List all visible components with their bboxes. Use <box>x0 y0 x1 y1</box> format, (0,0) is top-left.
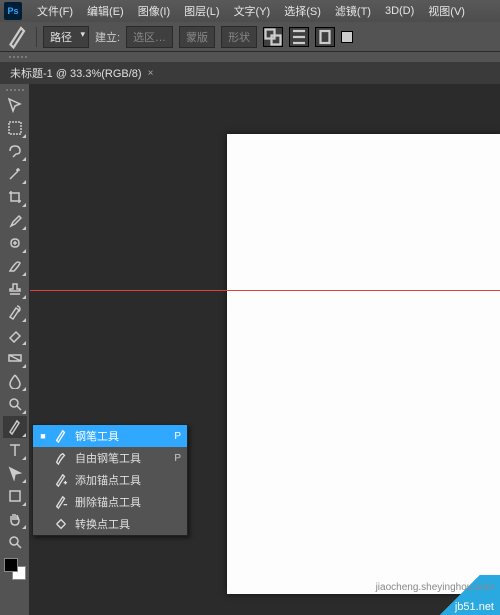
convert-icon <box>53 516 69 532</box>
flyout-item-convert[interactable]: 转换点工具 <box>33 513 187 535</box>
eyedropper-tool[interactable] <box>3 209 27 231</box>
make-shape-button[interactable]: 形状 <box>221 26 257 48</box>
gradient-tool[interactable] <box>3 347 27 369</box>
move-tool[interactable] <box>3 94 27 116</box>
selected-marker: ■ <box>39 431 47 441</box>
mode-select[interactable]: 路径 <box>43 26 89 48</box>
make-mask-button[interactable]: 蒙版 <box>179 26 215 48</box>
path-ops-icon[interactable] <box>263 27 283 47</box>
blur-tool[interactable] <box>3 370 27 392</box>
path-sel-tool[interactable] <box>3 462 27 484</box>
menu-select[interactable]: 选择(S) <box>277 3 328 19</box>
flyout-label: 添加锚点工具 <box>75 472 175 488</box>
app-logo: Ps <box>4 2 22 20</box>
flyout-item-add-anchor[interactable]: 添加锚点工具 <box>33 469 187 491</box>
flyout-shortcut: P <box>174 453 181 464</box>
menu-type[interactable]: 文字(Y) <box>227 3 278 19</box>
divider <box>36 27 37 47</box>
crop-tool[interactable] <box>3 186 27 208</box>
del-anchor-icon <box>53 494 69 510</box>
menu-layer[interactable]: 图层(L) <box>177 3 226 19</box>
menu-file[interactable]: 文件(F) <box>30 3 80 19</box>
menu-view[interactable]: 视图(V) <box>421 3 472 19</box>
flyout-label: 删除锚点工具 <box>75 494 175 510</box>
watermark-url: jiaocheng.sheyinghou.com <box>376 582 494 593</box>
flyout-label: 自由钢笔工具 <box>75 450 168 466</box>
workspace: ■ 钢笔工具 P 自由钢笔工具 P 添加锚点工具删除锚点工具转换点工具 jiaocheng… <box>0 84 500 615</box>
pen-icon <box>53 428 69 444</box>
menu-edit[interactable]: 编辑(E) <box>80 3 131 19</box>
build-label: 建立: <box>95 29 120 45</box>
eraser-tool[interactable] <box>3 324 27 346</box>
make-selection-button[interactable]: 选区… <box>126 26 173 48</box>
align-icon[interactable] <box>289 27 309 47</box>
menu-image[interactable]: 图像(I) <box>131 3 177 19</box>
watermark-text: jb51.net <box>455 601 494 613</box>
color-swatches[interactable] <box>4 558 26 580</box>
options-bar: 路径 建立: 选区… 蒙版 形状 <box>0 22 500 52</box>
close-icon[interactable]: × <box>148 68 154 79</box>
stamp-tool[interactable] <box>3 278 27 300</box>
document-tab-title: 未标题-1 @ 33.3%(RGB/8) <box>10 65 142 81</box>
shape-tool[interactable] <box>3 485 27 507</box>
menu-3d[interactable]: 3D(D) <box>378 5 421 17</box>
hand-tool[interactable] <box>3 508 27 530</box>
flyout-label: 转换点工具 <box>75 516 175 532</box>
flyout-shortcut: P <box>174 431 181 442</box>
arrange-icon[interactable] <box>315 27 335 47</box>
dodge-tool[interactable] <box>3 393 27 415</box>
auto-add-checkbox[interactable] <box>341 31 353 43</box>
tool-preset-icon[interactable] <box>6 25 30 49</box>
flyout-label: 钢笔工具 <box>75 428 168 444</box>
add-anchor-icon <box>53 472 69 488</box>
marquee-tool[interactable] <box>3 117 27 139</box>
flyout-item-pen[interactable]: ■ 钢笔工具 P <box>33 425 187 447</box>
free-pen-icon <box>53 450 69 466</box>
toolbar <box>0 84 30 615</box>
grabber <box>0 52 500 62</box>
horizontal-guide[interactable] <box>30 290 500 291</box>
flyout-item-free-pen[interactable]: 自由钢笔工具 P <box>33 447 187 469</box>
wand-tool[interactable] <box>3 163 27 185</box>
lasso-tool[interactable] <box>3 140 27 162</box>
pen-tool-flyout: ■ 钢笔工具 P 自由钢笔工具 P 添加锚点工具删除锚点工具转换点工具 <box>32 424 188 536</box>
zoom-tool[interactable] <box>3 531 27 553</box>
type-tool[interactable] <box>3 439 27 461</box>
document-tabbar: 未标题-1 @ 33.3%(RGB/8) × <box>0 62 500 84</box>
history-tool[interactable] <box>3 301 27 323</box>
pen-tool[interactable] <box>3 416 27 438</box>
document-tab[interactable]: 未标题-1 @ 33.3%(RGB/8) × <box>0 62 163 84</box>
heal-tool[interactable] <box>3 232 27 254</box>
canvas[interactable] <box>227 134 500 594</box>
foreground-color[interactable] <box>4 558 18 572</box>
brush-tool[interactable] <box>3 255 27 277</box>
menu-filter[interactable]: 滤镜(T) <box>328 3 378 19</box>
menubar: Ps 文件(F) 编辑(E) 图像(I) 图层(L) 文字(Y) 选择(S) 滤… <box>0 0 500 22</box>
flyout-item-del-anchor[interactable]: 删除锚点工具 <box>33 491 187 513</box>
